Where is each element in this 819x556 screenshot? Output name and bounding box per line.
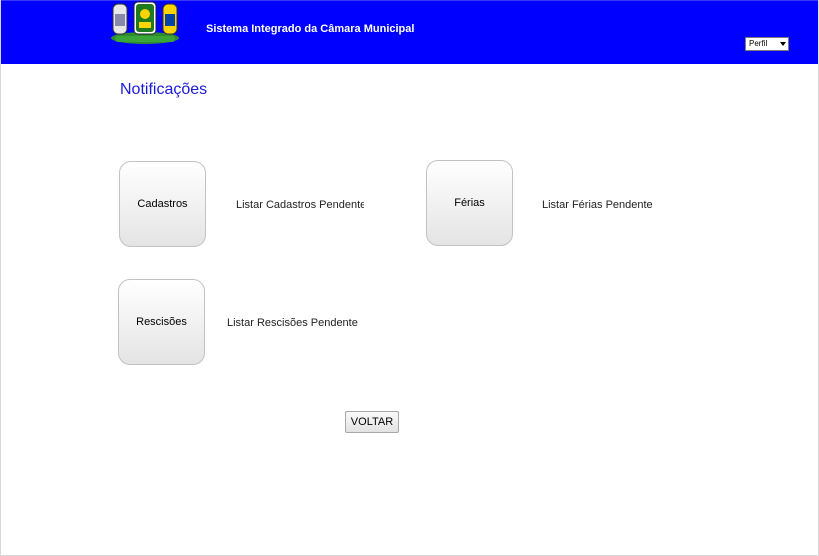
tile-label: Rescisões — [136, 316, 187, 328]
dropdown-arrow-icon — [780, 42, 786, 46]
page-title: Notificações — [120, 81, 208, 98]
tile-cadastros-button[interactable]: Cadastros — [119, 161, 206, 247]
tile-ferias-button[interactable]: Férias — [426, 160, 513, 246]
tile-label: Férias — [454, 197, 485, 209]
system-title: Sistema Integrado da Câmara Municipal — [206, 23, 415, 35]
coat-of-arms-logo — [111, 1, 179, 44]
list-ferias-pending-link[interactable]: Listar Férias Pendentes — [542, 199, 653, 211]
profile-select[interactable]: Perfil — [745, 37, 789, 51]
back-button[interactable]: VOLTAR — [345, 411, 399, 433]
tile-label: Cadastros — [137, 198, 188, 210]
header-bar: Sistema Integrado da Câmara Municipal Pe… — [1, 0, 818, 64]
list-cadastros-pending-link[interactable]: Listar Cadastros Pendentes — [236, 199, 364, 211]
tile-rescisoes-button[interactable]: Rescisões — [118, 279, 205, 365]
list-rescisoes-pending-link[interactable]: Listar Rescisões Pendentes — [227, 317, 358, 329]
profile-select-value: Perfil — [749, 39, 768, 48]
